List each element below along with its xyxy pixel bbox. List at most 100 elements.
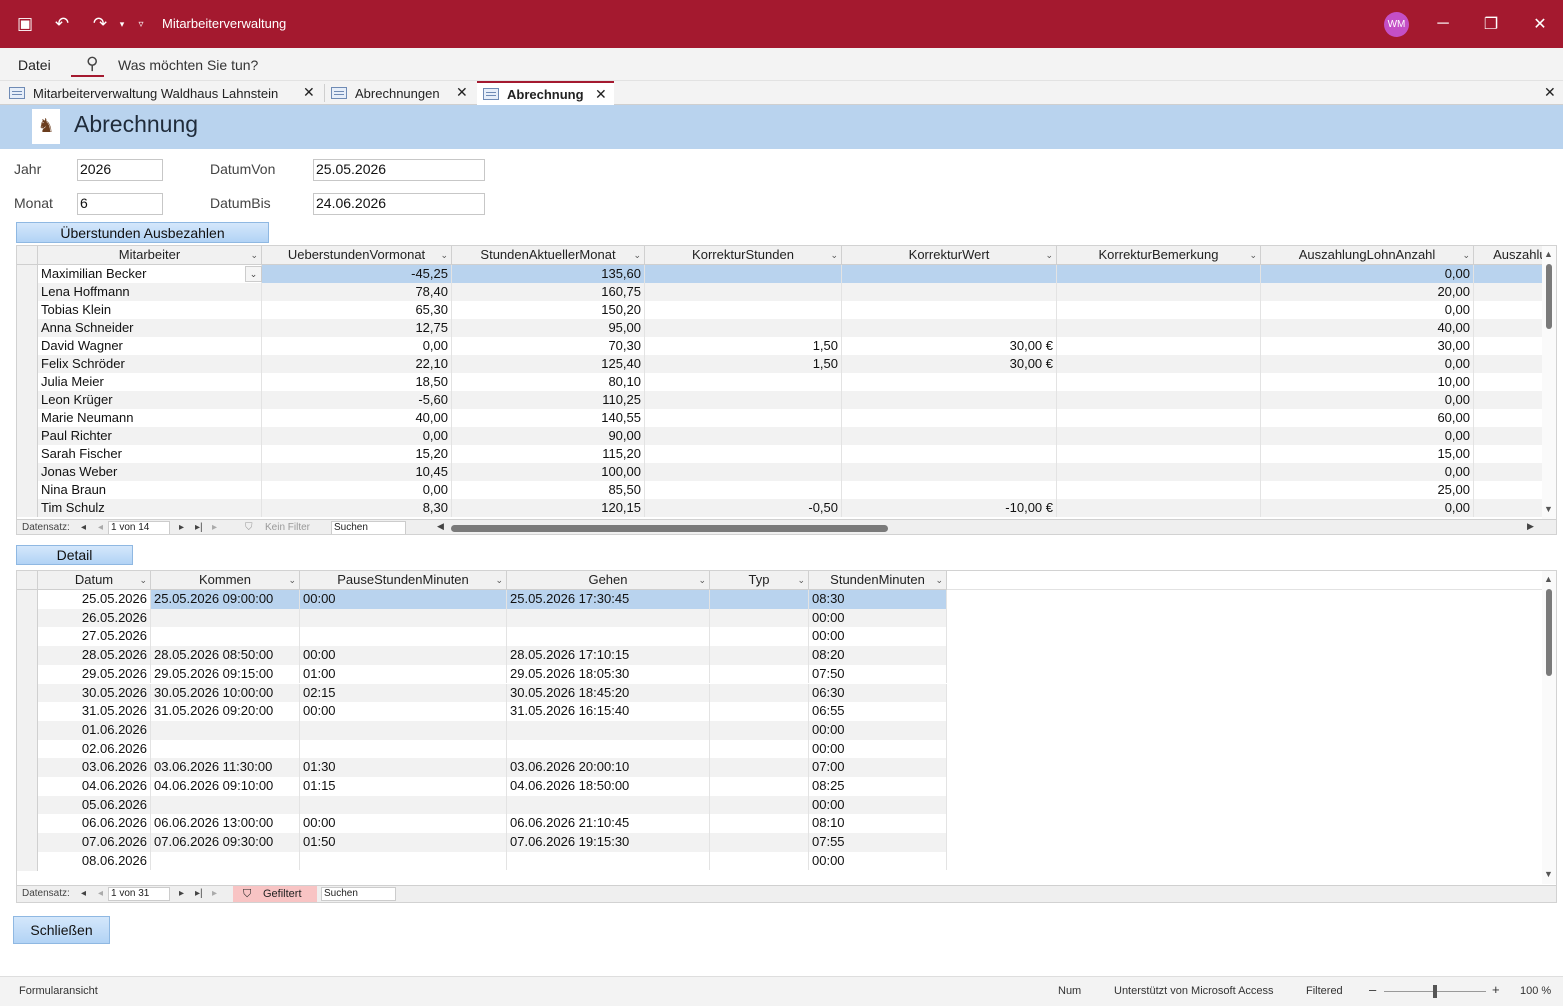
- table-cell[interactable]: 0,00: [1261, 427, 1474, 445]
- table-cell[interactable]: [645, 319, 842, 337]
- table-cell[interactable]: 1,50: [645, 355, 842, 373]
- chevron-down-icon[interactable]: ⌄: [495, 571, 503, 589]
- table-row[interactable]: 30.05.2026 30.05.2026 10:00:00 02:15 30.05.…: [38, 683, 947, 703]
- table-cell[interactable]: [645, 283, 842, 301]
- table-cell[interactable]: 15,00: [1261, 445, 1474, 463]
- table-cell[interactable]: 00:00: [300, 814, 507, 834]
- column-header[interactable]: Typ ⌄: [710, 571, 809, 590]
- table-cell[interactable]: 30.05.2026 10:00:00: [151, 683, 300, 703]
- table-cell[interactable]: 65,30: [262, 301, 452, 319]
- table-cell[interactable]: 125,40: [452, 355, 645, 373]
- table-cell[interactable]: [710, 590, 809, 609]
- column-header[interactable]: Gehen ⌄: [507, 571, 710, 590]
- table-row[interactable]: 01.06.2026 00:00: [38, 720, 947, 740]
- column-header[interactable]: KorrekturBemerkung ⌄: [1057, 246, 1261, 265]
- table-cell[interactable]: 30.05.2026 18:45:20: [507, 683, 710, 703]
- redo-icon[interactable]: ↷: [88, 12, 112, 36]
- tab-abrechnung[interactable]: Abrechnung ✕: [477, 81, 614, 105]
- table-cell[interactable]: 29.05.2026 09:15:00: [151, 664, 300, 684]
- table-cell[interactable]: Sarah Fischer: [38, 445, 262, 463]
- chevron-down-icon[interactable]: ⌄: [1045, 246, 1053, 264]
- table-cell[interactable]: 15,20: [262, 445, 452, 463]
- close-tab-icon[interactable]: ✕: [595, 86, 607, 103]
- column-header[interactable]: PauseStundenMinuten ⌄: [300, 571, 507, 590]
- scrollbar-thumb[interactable]: [1546, 589, 1552, 676]
- table-cell[interactable]: Leon Krüger: [38, 391, 262, 409]
- table-cell[interactable]: 03.06.2026: [38, 758, 151, 777]
- table-cell[interactable]: 25.05.2026 17:30:45: [507, 590, 710, 609]
- column-header[interactable]: Kommen ⌄: [151, 571, 300, 590]
- table-cell[interactable]: 0,00: [1261, 463, 1474, 481]
- table-cell[interactable]: 26.05.2026: [38, 608, 151, 628]
- search-icon[interactable]: ⚲: [86, 54, 98, 74]
- table-cell[interactable]: 0,00: [1261, 265, 1474, 283]
- table-cell[interactable]: [1057, 355, 1261, 373]
- column-header[interactable]: KorrekturWert ⌄: [842, 246, 1057, 265]
- table-cell[interactable]: [1057, 445, 1261, 463]
- table-cell[interactable]: 140,55: [452, 409, 645, 427]
- table-cell[interactable]: 60,00: [1261, 409, 1474, 427]
- table-cell[interactable]: [151, 608, 300, 628]
- table-cell[interactable]: 06.06.2026 21:10:45: [507, 814, 710, 834]
- table-cell[interactable]: [710, 814, 809, 834]
- chevron-down-icon[interactable]: ⌄: [139, 571, 147, 589]
- table-row[interactable]: 06.06.2026 06.06.2026 13:00:00 00:00 06.06.…: [38, 814, 947, 834]
- table-cell[interactable]: [507, 739, 710, 759]
- column-header[interactable]: KorrekturStunden ⌄: [645, 246, 842, 265]
- table-cell[interactable]: [645, 427, 842, 445]
- table-cell[interactable]: [1057, 373, 1261, 391]
- table-cell[interactable]: [151, 627, 300, 647]
- table-cell[interactable]: [151, 739, 300, 759]
- table-cell[interactable]: [710, 664, 809, 684]
- table-cell[interactable]: [151, 795, 300, 815]
- chevron-down-icon[interactable]: ⌄: [1249, 246, 1257, 264]
- table-cell[interactable]: [507, 627, 710, 647]
- table-cell[interactable]: [1057, 481, 1261, 499]
- table-cell[interactable]: 40,00: [1261, 319, 1474, 337]
- datumbis-field[interactable]: 24.06.2026: [313, 193, 485, 215]
- table-row[interactable]: 08.06.2026 00:00: [38, 851, 947, 871]
- table-cell[interactable]: [842, 463, 1057, 481]
- table-cell[interactable]: [645, 409, 842, 427]
- table-cell[interactable]: [507, 851, 710, 871]
- table-cell[interactable]: [1057, 265, 1261, 283]
- table-cell[interactable]: 0,00: [1261, 301, 1474, 319]
- chevron-down-icon[interactable]: ⌄: [288, 571, 296, 589]
- table-row[interactable]: 05.06.2026 00:00: [38, 795, 947, 815]
- combo-dropdown-icon[interactable]: ⌄: [245, 266, 262, 282]
- previous-record-icon[interactable]: ◂: [98, 888, 103, 899]
- scroll-up-icon[interactable]: ▲: [1544, 249, 1553, 259]
- table-cell[interactable]: [1057, 391, 1261, 409]
- table-cell[interactable]: Tobias Klein: [38, 301, 262, 319]
- table-cell[interactable]: 04.06.2026 09:10:00: [151, 777, 300, 796]
- chevron-down-icon[interactable]: ⌄: [797, 571, 805, 589]
- column-header[interactable]: Mitarbeiter ⌄: [38, 246, 262, 265]
- table-cell[interactable]: 31.05.2026: [38, 702, 151, 721]
- filter-status[interactable]: Kein Filter: [265, 522, 310, 533]
- table-cell[interactable]: [710, 720, 809, 740]
- table-cell[interactable]: 100,00: [452, 463, 645, 481]
- table-cell[interactable]: 30,00: [1261, 337, 1474, 355]
- table-cell[interactable]: 28.05.2026 17:10:15: [507, 646, 710, 665]
- column-header[interactable]: UeberstundenVormonat ⌄: [262, 246, 452, 265]
- table-cell[interactable]: 12,75: [262, 319, 452, 337]
- record-selector-column[interactable]: [17, 265, 38, 517]
- table-cell[interactable]: 0,00: [262, 427, 452, 445]
- table-cell[interactable]: [300, 627, 507, 647]
- table-cell[interactable]: 07.06.2026 09:30:00: [151, 833, 300, 852]
- table-cell[interactable]: 25.05.2026 09:00:00: [151, 590, 300, 609]
- table-cell[interactable]: 00:00: [809, 720, 947, 740]
- table-cell[interactable]: 01:50: [300, 833, 507, 852]
- table-cell[interactable]: Anna Schneider: [38, 319, 262, 337]
- select-all-corner[interactable]: [17, 571, 38, 590]
- table-cell[interactable]: 8,30: [262, 499, 452, 517]
- table-cell[interactable]: [645, 265, 842, 283]
- table-cell[interactable]: 01:00: [300, 664, 507, 684]
- close-tab-icon[interactable]: ✕: [303, 84, 315, 101]
- zoom-slider-thumb[interactable]: [1433, 985, 1437, 998]
- undo-icon[interactable]: ↶: [50, 12, 74, 36]
- table-row[interactable]: Leon Krüger -5,60 110,25 0,00: [38, 391, 1556, 409]
- table-cell[interactable]: Maximilian Becker: [38, 265, 262, 283]
- scroll-left-icon[interactable]: ◀: [437, 521, 444, 532]
- zoom-in-icon[interactable]: +: [1492, 982, 1500, 997]
